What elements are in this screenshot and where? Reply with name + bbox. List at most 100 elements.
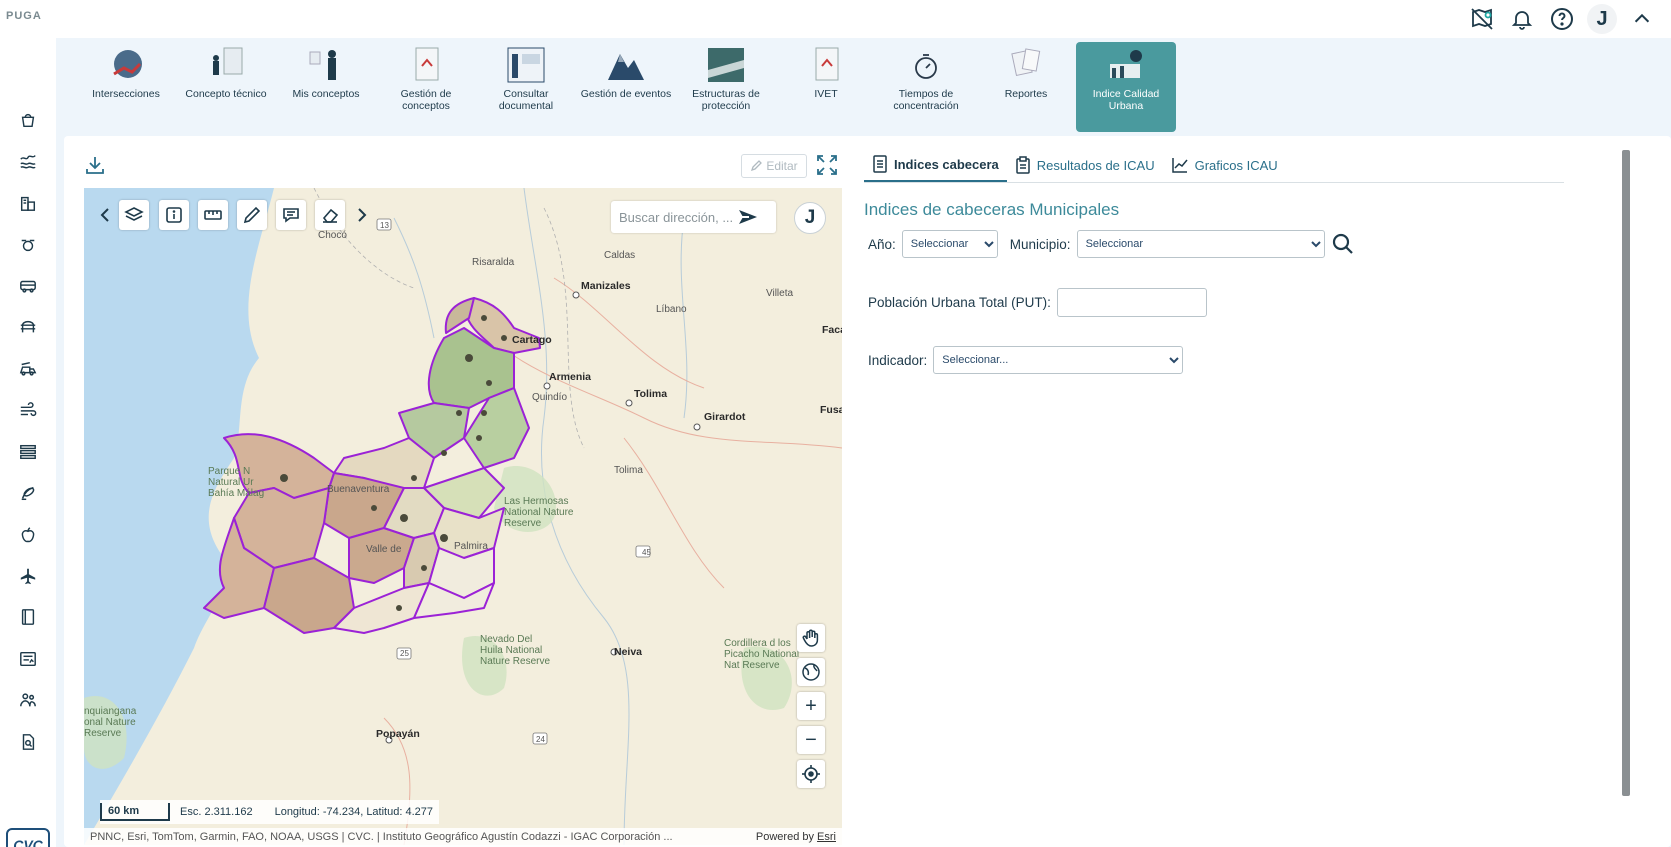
stopwatch-icon (904, 44, 948, 86)
waves-icon[interactable] (16, 149, 40, 173)
map-label: Parque N Natural Ur Bahía Málag (208, 466, 265, 499)
people-icon[interactable] (16, 688, 40, 712)
road-label: 45 (642, 548, 651, 557)
search-doc-icon[interactable] (16, 730, 40, 754)
top-icons: J (1467, 4, 1657, 34)
satellite-icon[interactable] (16, 481, 40, 505)
ruler-icon[interactable] (198, 200, 228, 230)
esri-link[interactable]: Esri (817, 831, 836, 843)
map-pin-off-icon[interactable] (1467, 4, 1497, 34)
road-label: 25 (400, 649, 409, 658)
put-input[interactable] (1056, 288, 1207, 317)
bridge-icon[interactable] (16, 315, 40, 339)
list-doc-icon (873, 155, 887, 173)
road-label: 13 (380, 221, 389, 230)
chevron-up-icon[interactable] (1627, 4, 1657, 34)
layers-icon[interactable] (119, 200, 149, 230)
download-icon[interactable] (84, 154, 106, 176)
indicador-select[interactable]: Seleccionar... (933, 346, 1184, 374)
basemap (84, 188, 842, 845)
send-icon[interactable] (737, 208, 759, 226)
module-label: Estructuras de protección (692, 88, 760, 112)
chevron-right-icon[interactable] (347, 200, 377, 230)
info-icon[interactable] (159, 200, 189, 230)
stacked-layers-icon[interactable] (16, 440, 40, 464)
module-label: Intersecciones (92, 88, 160, 100)
module-estructuras-proteccion[interactable]: Estructuras de protección (676, 42, 776, 132)
tab-graficos-icau[interactable]: Graficos ICAU (1163, 148, 1286, 182)
tab-resultados-icau[interactable]: Resultados de ICAU (1007, 148, 1163, 182)
book-icon[interactable] (16, 605, 40, 629)
buildings-icon[interactable] (16, 191, 40, 215)
module-gestion-conceptos[interactable]: Gestión de conceptos (376, 42, 476, 132)
main-area: Intersecciones Concepto técnico Mis conc… (56, 38, 1671, 847)
edit-label: Editar (766, 159, 798, 173)
year-select[interactable]: Seleccionar (901, 230, 998, 258)
map-label: Buenaventura (327, 484, 390, 495)
bell-icon[interactable] (1507, 4, 1537, 34)
fullscreen-icon[interactable] (816, 154, 838, 176)
map-label: Armenia (549, 371, 592, 383)
bus-icon[interactable] (16, 274, 40, 298)
tab-indices-cabecera[interactable]: Indices cabecera (864, 148, 1007, 182)
map-label: Cartago (512, 334, 552, 346)
map-label: Girardot (704, 411, 746, 423)
module-gestion-eventos[interactable]: Gestión de eventos (576, 42, 676, 132)
apple-icon[interactable] (16, 523, 40, 547)
filters-row: Año: Seleccionar Municipio: Seleccionar (868, 230, 1355, 258)
module-bar: Intersecciones Concepto técnico Mis conc… (76, 42, 1176, 134)
municipio-select[interactable]: Seleccionar (1076, 230, 1325, 258)
module-label: Indice Calidad Urbana (1092, 88, 1160, 112)
map-user-avatar[interactable]: J (794, 202, 826, 234)
module-concepto-tecnico[interactable]: Concepto técnico (176, 42, 276, 132)
pump-icon[interactable] (16, 233, 40, 257)
wind-icon[interactable] (16, 398, 40, 422)
line-chart-icon (1171, 158, 1188, 173)
zoom-in-button[interactable]: + (797, 692, 825, 720)
module-ivet[interactable]: IVET (776, 42, 876, 132)
plus-icon: + (805, 694, 817, 717)
attribution-text: PNNC, Esri, TomTom, Garmin, FAO, NOAA, U… (90, 830, 673, 843)
protection-structures-icon (704, 44, 748, 86)
map-label: Chocó (318, 230, 347, 241)
map-view[interactable]: Chocó 13 Risaralda Caldas Manizales Líba… (84, 188, 842, 845)
eraser-icon[interactable] (315, 200, 345, 230)
panel-scrollbar[interactable] (1622, 150, 1630, 796)
user-avatar[interactable]: J (1587, 4, 1617, 34)
scale-bar: 60 km Esc. 2.311.162 Longitud: -74.234, … (100, 800, 439, 824)
powered-by-text: Powered by (755, 830, 814, 843)
module-reportes[interactable]: Reportes (976, 42, 1076, 132)
globe-icon[interactable] (797, 658, 825, 686)
map-label: Líbano (656, 304, 687, 315)
hand-pan-icon[interactable] (797, 624, 825, 652)
map-label: Tolima (614, 465, 643, 476)
airplane-icon[interactable] (16, 564, 40, 588)
module-intersecciones[interactable]: Intersecciones (76, 42, 176, 132)
road-label: 24 (536, 735, 545, 744)
module-mis-conceptos[interactable]: Mis conceptos (276, 42, 376, 132)
module-tiempos-concentracion[interactable]: Tiempos de concentración (876, 42, 976, 132)
module-indice-calidad-urbana[interactable]: Indice Calidad Urbana (1076, 42, 1176, 132)
indicador-label: Indicador: (868, 352, 928, 368)
map-label: Nevado Del Huila National Nature Reserve (480, 634, 551, 667)
help-icon[interactable] (1547, 4, 1577, 34)
address-search-input[interactable] (619, 209, 737, 225)
report-icon[interactable] (16, 647, 40, 671)
put-row: Población Urbana Total (PUT): (868, 288, 1207, 317)
map-label: Caldas (604, 250, 636, 261)
chevron-left-icon[interactable] (90, 200, 120, 230)
module-consultar-documental[interactable]: Consultar documental (476, 42, 576, 132)
fire-truck-icon[interactable] (16, 357, 40, 381)
content-card: Editar Chocó 13 Risaralda Caldas Manizal… (64, 136, 1671, 847)
panel-title: Indices de cabeceras Municipales (864, 200, 1120, 219)
app-logo[interactable]: PUGA (6, 10, 42, 22)
zoom-out-button[interactable]: − (797, 726, 825, 754)
module-label: Gestión de eventos (580, 88, 672, 100)
search-icon[interactable] (1331, 232, 1355, 256)
locate-icon[interactable] (797, 760, 825, 788)
edit-button[interactable]: Editar (741, 154, 807, 178)
bucket-icon[interactable] (16, 108, 40, 132)
comment-icon[interactable] (276, 200, 306, 230)
pencil-icon[interactable] (237, 200, 267, 230)
map-label: Valle de (366, 544, 402, 555)
